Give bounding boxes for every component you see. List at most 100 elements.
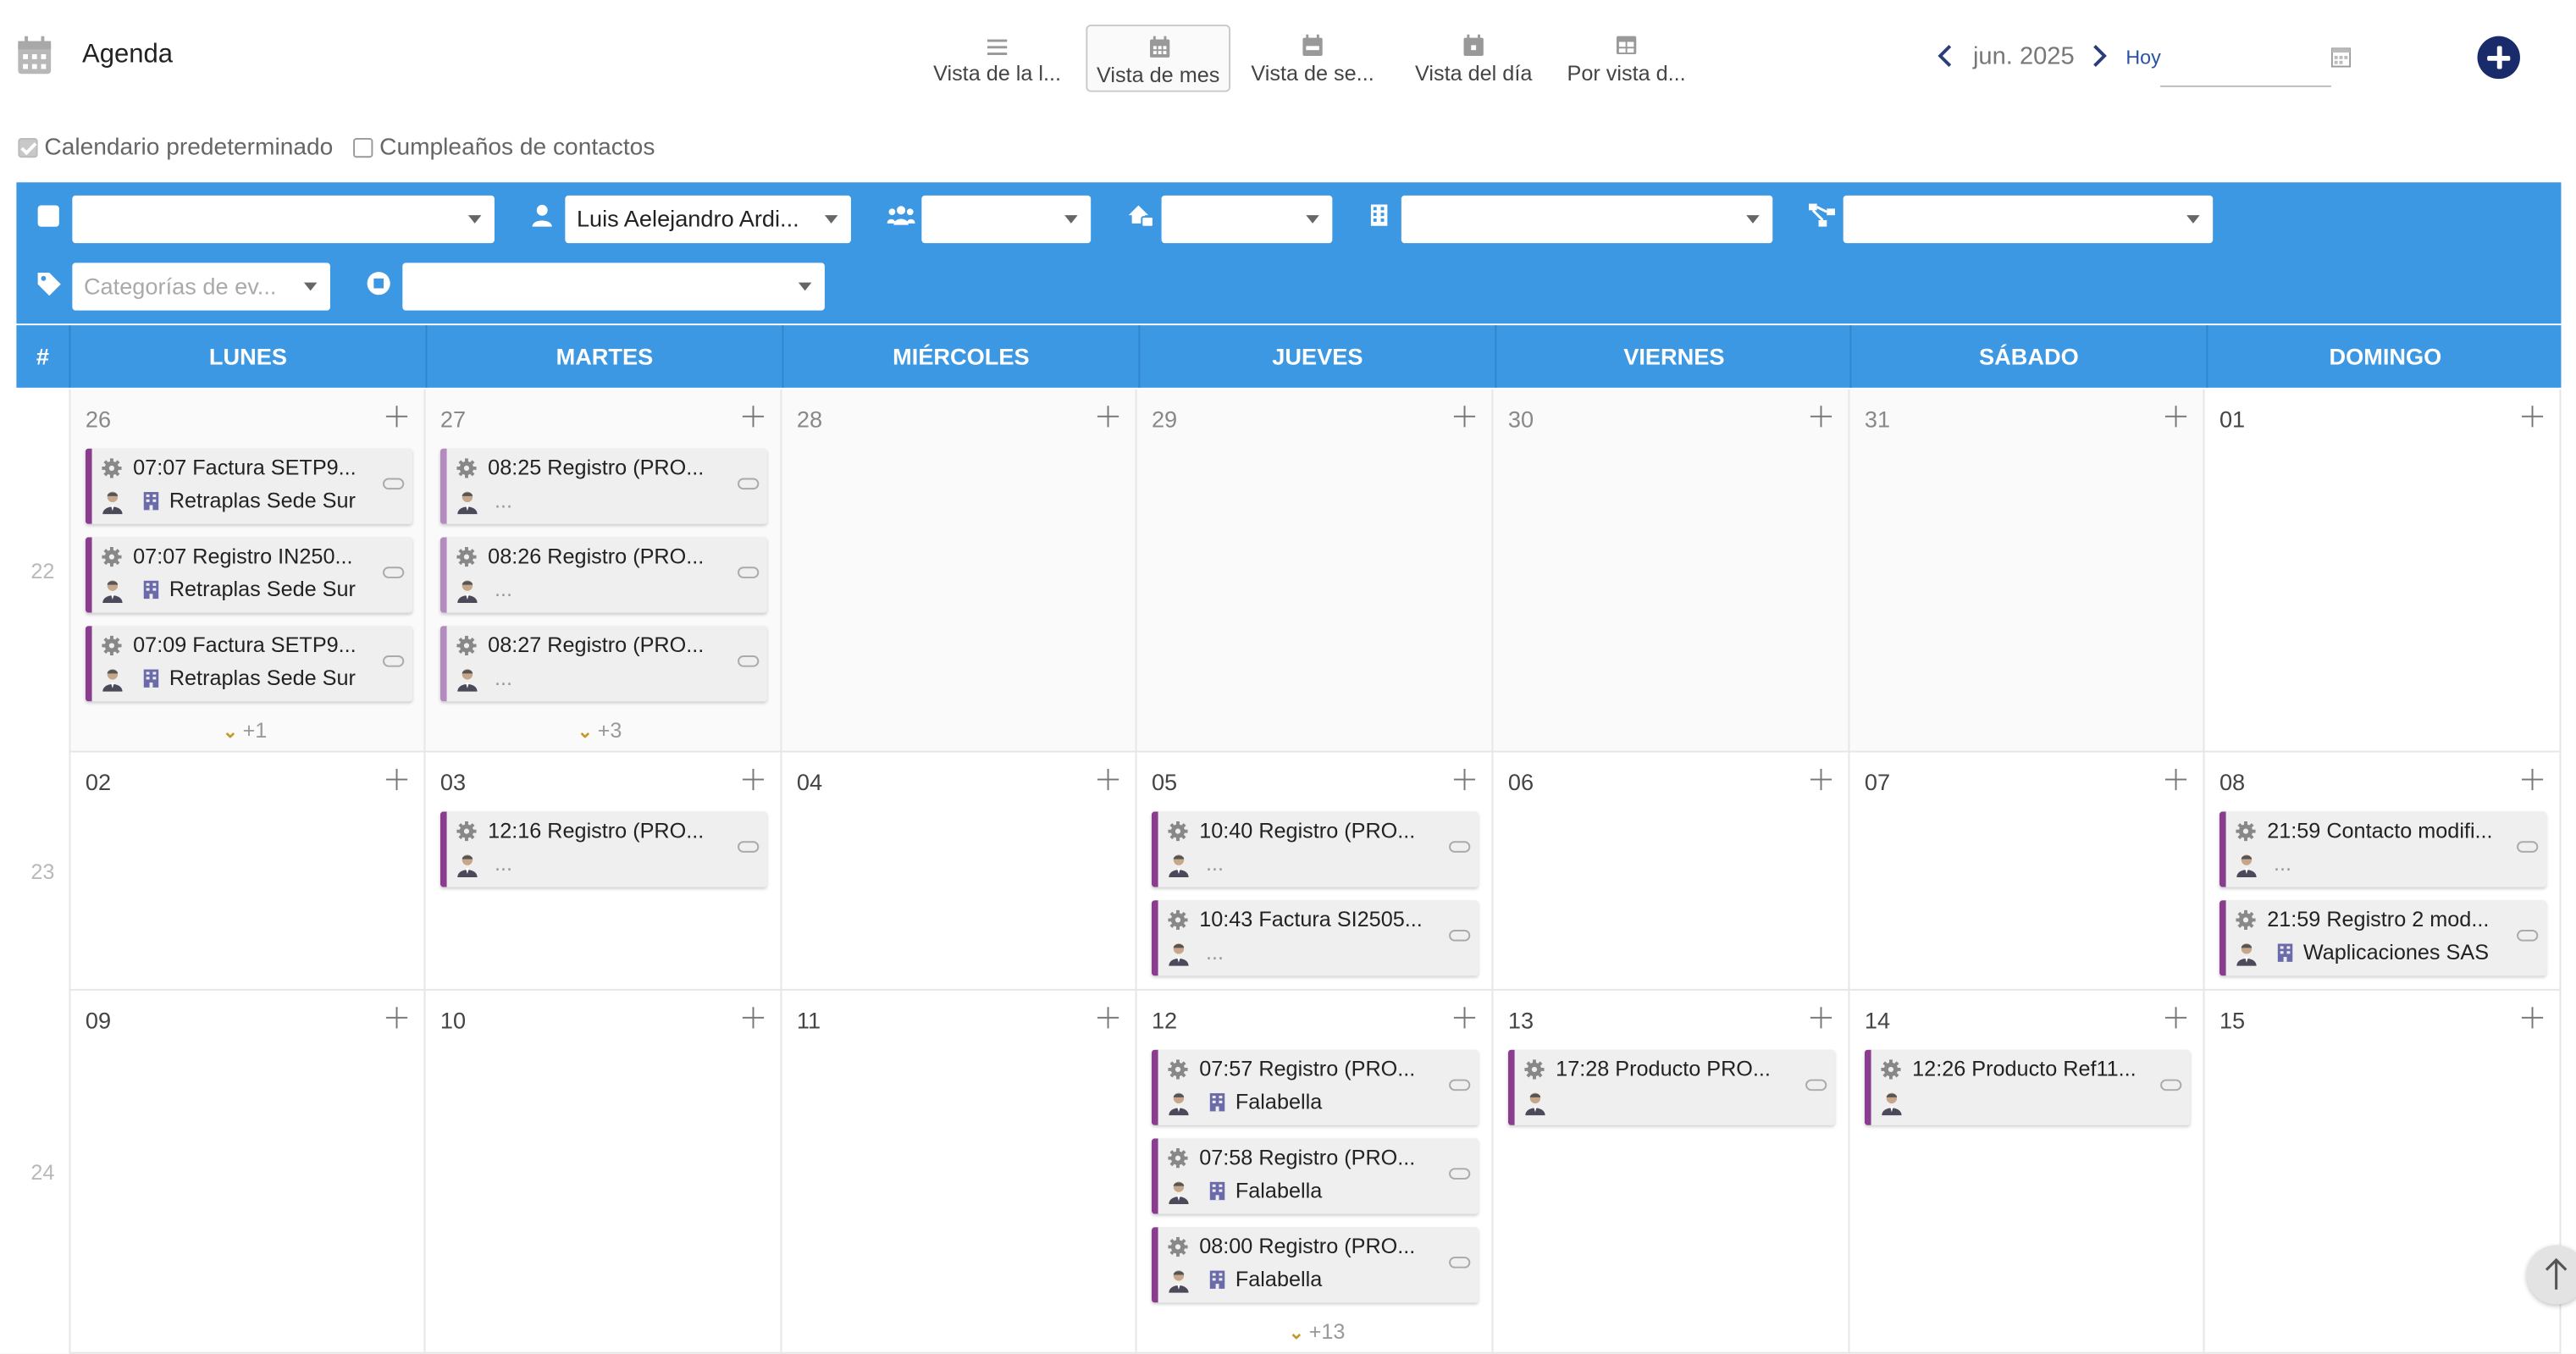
add-day-event-plus-icon[interactable] — [385, 768, 408, 791]
add-day-event-plus-icon[interactable] — [1453, 768, 1476, 791]
add-day-event-plus-icon[interactable] — [385, 1007, 408, 1029]
view-week-button[interactable]: Vista de se... — [1241, 25, 1385, 92]
day-cell[interactable]: 31 — [1849, 389, 2205, 753]
day-cell[interactable]: 15 — [2204, 990, 2562, 1354]
event-toggle[interactable] — [738, 566, 760, 578]
select-all-checkbox[interactable] — [37, 205, 59, 227]
next-month-chevron-icon[interactable] — [2087, 42, 2109, 69]
event-categories-select[interactable]: Categorías de ev... — [72, 263, 330, 311]
day-cell[interactable]: 13 17:28 Producto PRO... — [1493, 990, 1850, 1354]
view-month-button[interactable]: Vista de mes — [1086, 25, 1231, 92]
user-select[interactable]: Luis Aelejandro Ardi... — [565, 195, 851, 244]
add-day-event-plus-icon[interactable] — [2164, 1007, 2187, 1029]
add-day-event-plus-icon[interactable] — [1453, 1007, 1476, 1029]
event-item[interactable]: 08:25 Registro (PRO...... — [439, 448, 767, 524]
event-toggle[interactable] — [383, 478, 405, 490]
add-day-event-plus-icon[interactable] — [1097, 768, 1119, 791]
date-input[interactable] — [2160, 36, 2331, 87]
day-cell[interactable]: 28 — [782, 389, 1137, 753]
event-item[interactable]: 07:09 Factura SETP9... Retraplas Sede Sur — [85, 626, 412, 702]
event-item[interactable]: 07:07 Factura SETP9... Retraplas Sede Sur — [85, 448, 412, 524]
event-toggle[interactable] — [2517, 841, 2539, 853]
add-day-event-plus-icon[interactable] — [1453, 406, 1476, 428]
day-cell[interactable]: 12 07:57 Registro (PRO... Falabella 07:58 R… — [1136, 990, 1494, 1354]
day-cell[interactable]: 05 10:40 Registro (PRO...... 10:43 Factura… — [1136, 752, 1494, 991]
add-event-button[interactable] — [2477, 36, 2520, 80]
view-day-button[interactable]: Vista del día — [1401, 25, 1546, 92]
day-cell[interactable]: 07 — [1849, 752, 2205, 991]
event-item[interactable]: 12:26 Producto Ref11... — [1864, 1049, 2191, 1125]
event-toggle[interactable] — [738, 655, 760, 667]
more-events-link[interactable]: ⌄ +13 — [1289, 1319, 1346, 1344]
prev-month-chevron-icon[interactable] — [1935, 42, 1958, 69]
group-select[interactable] — [921, 195, 1092, 244]
day-cell[interactable]: 26 07:07 Factura SETP9... Retraplas Sede S… — [69, 389, 426, 753]
add-day-event-plus-icon[interactable] — [1097, 406, 1119, 428]
event-toggle[interactable] — [383, 655, 405, 667]
checkbox-box[interactable] — [353, 137, 373, 158]
more-events-link[interactable]: ⌄ +3 — [578, 718, 622, 743]
add-day-event-plus-icon[interactable] — [2164, 406, 2187, 428]
project-select[interactable] — [1843, 195, 2214, 244]
event-toggle[interactable] — [2517, 930, 2539, 942]
add-day-event-plus-icon[interactable] — [742, 1007, 765, 1029]
add-day-event-plus-icon[interactable] — [1097, 1007, 1119, 1029]
add-day-event-plus-icon[interactable] — [1810, 768, 1832, 791]
day-cell[interactable]: 03 12:16 Registro (PRO...... — [425, 752, 782, 991]
event-toggle[interactable] — [2160, 1079, 2182, 1091]
date-picker-icon[interactable] — [2330, 47, 2352, 68]
event-toggle[interactable] — [1449, 1079, 1471, 1091]
add-day-event-plus-icon[interactable] — [2521, 406, 2544, 428]
event-toggle[interactable] — [1805, 1079, 1827, 1091]
view-by-table-button[interactable]: Por vista d... — [1554, 25, 1699, 92]
event-toggle[interactable] — [1449, 1168, 1471, 1180]
company-select[interactable] — [1401, 195, 1773, 244]
add-day-event-plus-icon[interactable] — [742, 768, 765, 791]
day-cell[interactable]: 29 — [1136, 389, 1494, 753]
add-day-event-plus-icon[interactable] — [1810, 1007, 1832, 1029]
add-day-event-plus-icon[interactable] — [2521, 768, 2544, 791]
event-item[interactable]: 21:59 Registro 2 mod... Waplicaciones SAS — [2219, 900, 2546, 976]
day-cell[interactable]: 06 — [1493, 752, 1850, 991]
event-toggle[interactable] — [1449, 841, 1471, 853]
event-type-select[interactable] — [72, 195, 495, 244]
event-item[interactable]: 08:26 Registro (PRO...... — [439, 537, 767, 613]
event-item[interactable]: 07:58 Registro (PRO... Falabella — [1151, 1138, 1479, 1214]
event-toggle[interactable] — [738, 478, 760, 490]
calendar-birthdays-checkbox[interactable]: Cumpleaños de contactos — [353, 135, 655, 161]
event-item[interactable]: 08:00 Registro (PRO... Falabella — [1151, 1227, 1479, 1303]
day-cell[interactable]: 02 — [69, 752, 426, 991]
add-day-event-plus-icon[interactable] — [1810, 406, 1832, 428]
day-cell[interactable]: 08 21:59 Contacto modifi...... 21:59 Regis… — [2204, 752, 2562, 991]
status-select[interactable] — [402, 263, 825, 311]
event-item[interactable]: 12:16 Registro (PRO...... — [439, 811, 767, 887]
add-day-event-plus-icon[interactable] — [2164, 768, 2187, 791]
add-day-event-plus-icon[interactable] — [2521, 1007, 2544, 1029]
checkbox-box[interactable] — [18, 137, 38, 158]
event-toggle[interactable] — [1449, 930, 1471, 942]
day-cell[interactable]: 11 — [782, 990, 1137, 1354]
today-link[interactable]: Hoy — [2125, 46, 2160, 69]
resource-select[interactable] — [1161, 195, 1333, 244]
event-toggle[interactable] — [1449, 1257, 1471, 1268]
day-cell[interactable]: 01 — [2204, 389, 2562, 753]
day-cell[interactable]: 09 — [69, 990, 426, 1354]
day-cell[interactable]: 27 08:25 Registro (PRO...... 08:26 Registr… — [425, 389, 782, 753]
event-toggle[interactable] — [738, 841, 760, 853]
day-cell[interactable]: 10 — [425, 990, 782, 1354]
add-day-event-plus-icon[interactable] — [385, 406, 408, 428]
day-cell[interactable]: 14 12:26 Producto Ref11... — [1849, 990, 2205, 1354]
event-item[interactable]: 21:59 Contacto modifi...... — [2219, 811, 2546, 887]
event-item[interactable]: 08:27 Registro (PRO...... — [439, 626, 767, 702]
view-list-button[interactable]: Vista de la l... — [925, 25, 1070, 92]
event-item[interactable]: 17:28 Producto PRO... — [1507, 1049, 1835, 1125]
calendar-default-checkbox[interactable]: Calendario predeterminado — [18, 135, 333, 161]
event-item[interactable]: 10:43 Factura SI2505...... — [1151, 900, 1479, 976]
event-item[interactable]: 10:40 Registro (PRO...... — [1151, 811, 1479, 887]
event-item[interactable]: 07:57 Registro (PRO... Falabella — [1151, 1049, 1479, 1125]
day-cell[interactable]: 04 — [782, 752, 1137, 991]
event-item[interactable]: 07:07 Registro IN250... Retraplas Sede Su… — [85, 537, 412, 613]
add-day-event-plus-icon[interactable] — [742, 406, 765, 428]
event-toggle[interactable] — [383, 566, 405, 578]
more-events-link[interactable]: ⌄ +1 — [223, 718, 267, 743]
